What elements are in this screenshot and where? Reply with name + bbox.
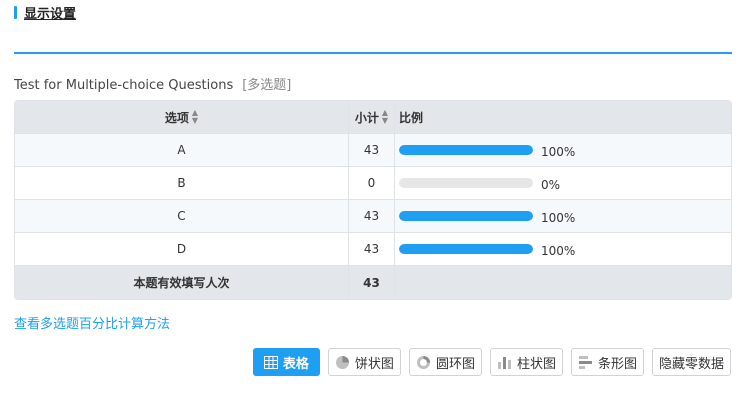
view-toolbar: 表格 饼状图 圆环图 柱状图 条形图 隐藏零数据 [252, 348, 731, 376]
option-cell: B [15, 167, 349, 199]
ring-chart-label: 圆环图 [435, 356, 475, 372]
percent-label: 100% [541, 145, 576, 159]
question-type: [多选题] [242, 78, 292, 93]
percent-label: 100% [541, 244, 576, 258]
bar-chart-icon [578, 355, 593, 370]
footer-count: 43 [349, 266, 395, 299]
header-option[interactable]: 选项 ▲ ▼ [15, 101, 349, 133]
column-chart-button[interactable]: 柱状图 [489, 348, 563, 376]
progress-track [399, 211, 533, 221]
header-subtotal-label: 小计 [354, 110, 379, 125]
ratio-cell: 100% [395, 233, 731, 265]
percent-label: 100% [541, 211, 576, 225]
progress-fill [399, 211, 533, 221]
table-row: B 0 0% [15, 167, 731, 200]
progress-fill [399, 244, 533, 254]
results-table: 选项 ▲ ▼ 小计 ▲ ▼ 比例 A 43 100% B 0 0% C 43 100% … [14, 100, 732, 300]
section-title[interactable]: 显示设置 [24, 3, 76, 22]
section-accent-bar [14, 5, 17, 19]
percent-label: 0% [541, 178, 561, 192]
progress-track [399, 244, 533, 254]
option-cell: A [15, 134, 349, 166]
table-row: A 43 100% [15, 134, 731, 167]
table-row: C 43 100% [15, 200, 731, 233]
ring-chart-icon [416, 355, 431, 370]
count-cell: 0 [349, 167, 395, 199]
ring-chart-button[interactable]: 圆环图 [408, 348, 482, 376]
progress-track [399, 145, 533, 155]
pie-chart-button[interactable]: 饼状图 [327, 348, 401, 376]
sort-icon[interactable]: ▲ ▼ [382, 109, 388, 125]
ratio-cell: 0% [395, 167, 731, 199]
pie-chart-label: 饼状图 [354, 356, 394, 372]
pie-chart-icon [335, 355, 350, 370]
table-footer-row: 本题有效填写人次 43 [15, 266, 731, 299]
option-cell: C [15, 200, 349, 232]
progress-fill [399, 145, 533, 155]
option-cell: D [15, 233, 349, 265]
table-view-label: 表格 [282, 356, 309, 372]
section-divider [14, 52, 732, 54]
table-header-row: 选项 ▲ ▼ 小计 ▲ ▼ 比例 [15, 101, 731, 134]
bar-chart-label: 条形图 [597, 356, 637, 372]
count-cell: 43 [349, 233, 395, 265]
bar-chart-button[interactable]: 条形图 [570, 348, 644, 376]
count-cell: 43 [349, 134, 395, 166]
footer-label: 本题有效填写人次 [15, 266, 349, 299]
table-icon [263, 355, 278, 369]
footer-empty [395, 266, 731, 299]
progress-track [399, 178, 533, 188]
column-chart-label: 柱状图 [516, 356, 556, 372]
hide-zero-label: 隐藏零数据 [658, 356, 724, 372]
column-chart-icon [497, 355, 512, 370]
header-ratio-label: 比例 [399, 110, 424, 125]
header-subtotal[interactable]: 小计 ▲ ▼ [349, 101, 395, 133]
hide-zero-button[interactable]: 隐藏零数据 [651, 348, 731, 376]
question-line: Test for Multiple-choice Questions [多选题] [14, 74, 291, 93]
section-header: 显示设置 [14, 2, 76, 22]
question-text: Test for Multiple-choice Questions [14, 78, 234, 93]
header-ratio: 比例 [395, 101, 731, 133]
table-view-button[interactable]: 表格 [252, 348, 320, 376]
table-row: D 43 100% [15, 233, 731, 266]
ratio-cell: 100% [395, 200, 731, 232]
ratio-cell: 100% [395, 134, 731, 166]
sort-icon[interactable]: ▲ ▼ [192, 109, 198, 125]
header-option-label: 选项 [164, 110, 189, 125]
calc-method-link[interactable]: 查看多选题百分比计算方法 [14, 313, 170, 332]
count-cell: 43 [349, 200, 395, 232]
